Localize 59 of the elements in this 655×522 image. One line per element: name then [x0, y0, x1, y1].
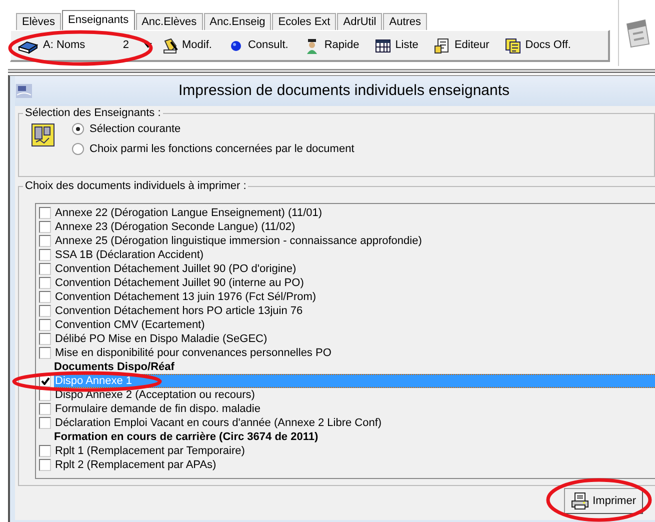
- list-item[interactable]: Rplt 2 (Remplacement par APAs): [54, 458, 655, 472]
- checkbox[interactable]: [39, 263, 51, 275]
- tab[interactable]: Anc.Elèves: [136, 13, 203, 30]
- checkbox[interactable]: [39, 403, 51, 415]
- list-item[interactable]: Rplt 1 (Remplacement par Temporaire): [54, 444, 655, 458]
- table-icon: [375, 38, 392, 54]
- checkbox[interactable]: [39, 249, 51, 261]
- checkbox[interactable]: [39, 417, 51, 429]
- toolbar-button[interactable]: Editeur: [428, 35, 496, 56]
- checkbox[interactable]: [39, 347, 51, 359]
- list-heading: Documents Dispo/Réaf: [53, 360, 176, 374]
- pencil-icon: [162, 38, 178, 54]
- radio-option[interactable]: Sélection courante: [72, 119, 354, 139]
- checkbox[interactable]: [39, 319, 51, 331]
- checkbox[interactable]: [39, 277, 51, 289]
- tab[interactable]: Anc.Enseig: [204, 13, 272, 30]
- documents-icon: [505, 38, 522, 54]
- tab[interactable]: Elèves: [16, 13, 62, 30]
- list-heading: Formation en cours de carrière (Circ 3674 de 2011): [53, 430, 320, 444]
- toolbar-button[interactable]: Modif.: [156, 35, 218, 56]
- printer-icon: [570, 492, 589, 510]
- toolbar-button[interactable]: Rapide: [298, 35, 366, 56]
- list-item[interactable]: Mise en disponibilité pour convenances personnelles PO: [54, 346, 655, 360]
- print-button[interactable]: Imprimer: [564, 488, 643, 514]
- list-item[interactable]: SSA 1B (Déclaration Accident): [54, 248, 655, 262]
- list-item[interactable]: Convention CMV (Ecartement): [54, 318, 655, 332]
- checkbox[interactable]: [39, 333, 51, 345]
- tab[interactable]: Enseignants: [62, 10, 135, 30]
- tab[interactable]: AdrUtil: [337, 13, 382, 30]
- checkbox[interactable]: [39, 235, 51, 247]
- document-icon: [434, 38, 450, 54]
- list-item[interactable]: Annexe 22 (Dérogation Langue Enseignement) (11/01): [54, 206, 655, 220]
- toolbar-button[interactable]: Docs Off.: [499, 35, 577, 56]
- list-item[interactable]: Convention Détachement hors PO article 13juin 76: [54, 304, 655, 318]
- list-item[interactable]: Formulaire demande de fin dispo. maladie: [54, 402, 655, 416]
- radio-button[interactable]: [72, 123, 84, 135]
- window-title: Impression de documents individuels enseignants: [177, 80, 511, 101]
- list-item[interactable]: Convention Détachement Juillet 90 (PO d'origine): [54, 262, 655, 276]
- list-item[interactable]: Délibé PO Mise en Dispo Maladie (SeGEC): [54, 332, 655, 346]
- list-item[interactable]: Convention Détachement Juillet 90 (interne au PO): [54, 276, 655, 290]
- list-item[interactable]: Convention Détachement 13 juin 1976 (Fct Sél/Prom): [54, 290, 655, 304]
- list-item[interactable]: Dispo Annexe 2 (Acceptation ou recours): [54, 388, 655, 402]
- checkbox[interactable]: [39, 445, 51, 457]
- checkbox[interactable]: [39, 207, 51, 219]
- list-item[interactable]: Déclaration Emploi Vacant en cours d'année (Annexe 2 Libre Conf): [54, 416, 655, 430]
- tab[interactable]: Autres: [383, 13, 428, 30]
- group-title: Choix des documents individuels à imprimer :: [23, 180, 248, 193]
- checkbox[interactable]: [39, 459, 51, 471]
- toolbar-button[interactable]: Consult.: [222, 35, 294, 56]
- checkbox[interactable]: [39, 221, 51, 233]
- toolbar-button[interactable]: Liste: [369, 35, 424, 56]
- list-item[interactable]: Annexe 23 (Dérogation Seconde Langue) (11/02): [54, 220, 655, 234]
- radio-button[interactable]: [72, 143, 84, 155]
- checkbox[interactable]: [39, 305, 51, 317]
- tab[interactable]: Ecoles Ext: [272, 13, 336, 30]
- group-title: Sélection des Enseignants :: [23, 107, 163, 120]
- checkbox[interactable]: [39, 291, 51, 303]
- list-item[interactable]: Annexe 25 (Dérogation linguistique immersion - connaissance approfondie): [54, 234, 655, 248]
- radio-option[interactable]: Choix parmi les fonctions concernées par le document: [72, 139, 354, 159]
